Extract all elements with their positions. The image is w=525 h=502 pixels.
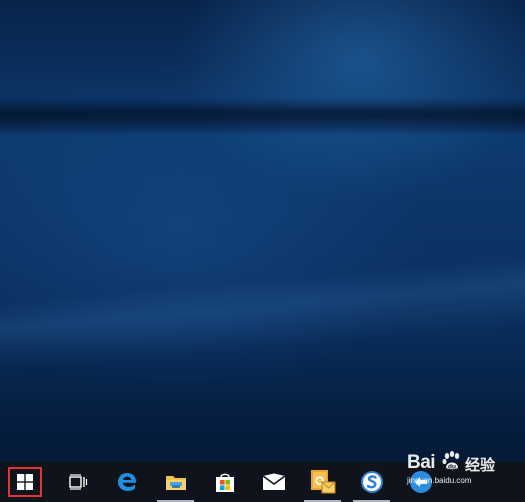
- edge-button[interactable]: [102, 462, 151, 502]
- watermark-chinese-text: 经验: [465, 456, 496, 474]
- watermark-logo-text: Bai: [407, 452, 436, 473]
- desktop-wallpaper: [0, 0, 525, 462]
- outlook-icon: O: [310, 469, 336, 495]
- svg-text:du: du: [448, 463, 456, 470]
- baidu-paw-icon: du: [441, 450, 463, 472]
- store-bag-icon: [214, 471, 236, 493]
- sogou-button[interactable]: [347, 462, 396, 502]
- baidu-jingyan-watermark: Bai du 经验 jingyan.baidu.com: [407, 444, 507, 485]
- wallpaper-bottom-fade: [0, 330, 525, 462]
- task-view-button[interactable]: [53, 462, 102, 502]
- start-button[interactable]: [8, 467, 42, 497]
- folder-icon: [165, 472, 187, 492]
- mail-envelope-icon: [262, 473, 286, 491]
- windows-logo-icon: [17, 474, 33, 490]
- edge-icon: [116, 471, 138, 493]
- store-button[interactable]: [200, 462, 249, 502]
- mail-button[interactable]: [249, 462, 298, 502]
- outlook-button[interactable]: O: [298, 462, 347, 502]
- sogou-s-icon: [360, 470, 384, 494]
- wallpaper-dark-band: [0, 98, 525, 132]
- file-explorer-button[interactable]: [151, 462, 200, 502]
- task-view-icon: [68, 474, 88, 490]
- watermark-url: jingyan.baidu.com: [407, 476, 472, 485]
